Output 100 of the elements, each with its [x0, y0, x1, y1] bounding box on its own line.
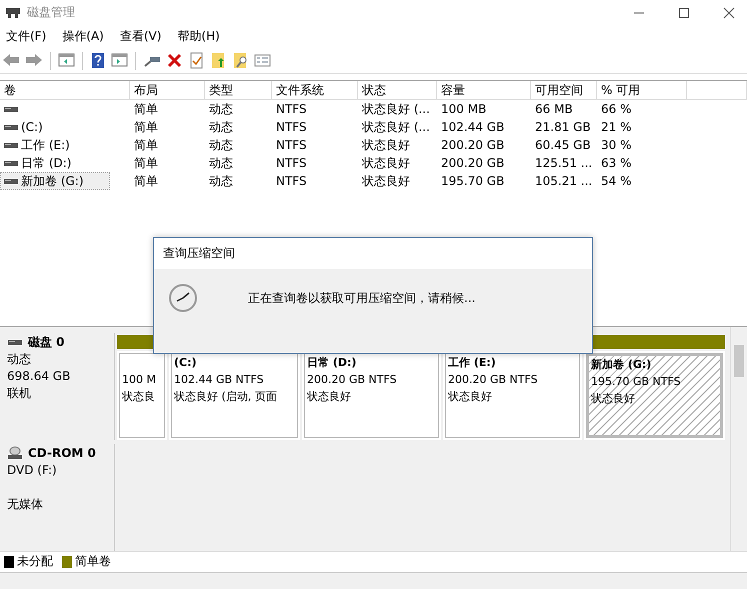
volume-cell[interactable]: 工作 (E:): [0, 136, 110, 154]
table-cell-text: 200.20 GB: [440, 156, 506, 170]
table-cell-text: 105.21 ...: [534, 174, 594, 188]
drive-icon: [3, 140, 19, 150]
disk-name: 磁盘 0: [28, 334, 65, 351]
table-cell-text: 状态良好: [361, 136, 411, 154]
table-cell-text: 66 MB: [534, 102, 574, 116]
partition-status: 状态良好: [307, 389, 352, 406]
window-title: 磁盘管理: [27, 4, 75, 22]
table-cell-text: 动态: [208, 118, 234, 136]
menu-item[interactable]: 文件(F): [6, 28, 46, 46]
partition-size: 200.20 GB NTFS: [307, 372, 398, 388]
table-cell-text: 简单: [133, 172, 159, 190]
disk-status: 联机: [7, 385, 32, 402]
column-header[interactable]: 状态: [358, 81, 437, 100]
menu-item[interactable]: 操作(A): [62, 28, 104, 46]
folder-magnifier-icon[interactable]: [232, 52, 249, 70]
table-cell-text: 21.81 GB: [534, 120, 592, 134]
table-cell-text: NTFS: [275, 102, 308, 116]
disk-status: 无媒体: [7, 496, 44, 514]
table-cell-text: 66 %: [600, 102, 632, 116]
help-icon[interactable]: [90, 52, 106, 70]
drive-icon: [3, 176, 19, 186]
partition-name: 工作 (E:): [448, 355, 497, 372]
partition-name: (C:): [174, 355, 198, 372]
table-cell-text: NTFS: [275, 138, 308, 152]
table-cell-text: 状态良好 (...: [361, 118, 431, 136]
column-header[interactable]: 可用空间: [531, 81, 597, 100]
drive-icon: [3, 104, 19, 114]
panel-icon[interactable]: [58, 52, 75, 70]
table-cell-text: 21 %: [600, 120, 632, 134]
table-cell-text: 动态: [208, 154, 234, 172]
app-icon: [5, 6, 21, 20]
partition-size: 200.20 GB NTFS: [448, 372, 539, 388]
partition-block[interactable]: (C:) 102.44 GB NTFS 状态良好 (启动, 页面: [171, 353, 298, 438]
close-icon[interactable]: [723, 6, 735, 19]
table-cell-text: 60.45 GB: [534, 138, 592, 152]
table-cell-text: 63 %: [600, 156, 632, 170]
table-cell-text: 简单: [133, 136, 159, 154]
table-cell-text: NTFS: [275, 174, 308, 188]
table-cell-text: 状态良好: [361, 154, 411, 172]
table-cell-text: 102.44 GB: [440, 120, 506, 134]
panel-icon[interactable]: [111, 52, 128, 70]
column-header[interactable]: 容量: [437, 81, 531, 100]
partition-size: 102.44 GB NTFS: [174, 372, 265, 388]
partition-status: 状态良: [122, 389, 156, 406]
volume-name[interactable]: (C:): [21, 120, 43, 134]
table-cell-text: 简单: [133, 154, 159, 172]
clock-icon: [168, 283, 198, 313]
table-cell-text: 简单: [133, 118, 159, 136]
column-header[interactable]: 布局: [130, 81, 205, 100]
table-cell-text: 54 %: [600, 174, 632, 188]
volume-cell[interactable]: 新加卷 (G:): [0, 172, 110, 190]
table-cell-text: 动态: [208, 136, 234, 154]
partition-block[interactable]: 新加卷 (G:) 195.70 GB NTFS 状态良好: [586, 353, 723, 438]
partition-block[interactable]: 日常 (D:) 200.20 GB NTFS 状态良好: [304, 353, 439, 438]
scrollbar-thumb[interactable]: [734, 345, 744, 378]
legend-label: 未分配: [17, 553, 53, 570]
partition-name: 日常 (D:): [307, 355, 358, 372]
drive-icon: [7, 337, 23, 348]
disk-size: 698.64 GB: [7, 368, 72, 386]
checklist-icon[interactable]: [254, 52, 271, 70]
drive-icon: [3, 158, 19, 168]
partition-name: 新加卷 (G:): [591, 357, 652, 374]
disk-type: 动态: [7, 351, 32, 368]
volume-name[interactable]: 新加卷 (G:): [21, 172, 84, 190]
partition-block[interactable]: 100 M 状态良: [119, 353, 165, 438]
scrollbar[interactable]: [730, 327, 747, 552]
volume-name[interactable]: 工作 (E:): [21, 136, 70, 154]
volume-cell[interactable]: (C:): [0, 118, 110, 136]
document-check-icon[interactable]: [188, 52, 205, 70]
volume-cell[interactable]: 日常 (D:): [0, 154, 110, 172]
menu-item[interactable]: 查看(V): [120, 28, 162, 46]
partition-status: 状态良好: [591, 391, 636, 408]
table-cell-text: NTFS: [275, 120, 308, 134]
partition-size: 100 M: [122, 372, 157, 388]
table-cell-text: 100 MB: [440, 102, 488, 116]
partition-status: 状态良好: [448, 389, 493, 406]
drive-icon: [3, 122, 19, 132]
menu-item[interactable]: 帮助(H): [177, 28, 220, 46]
maximize-icon[interactable]: [678, 6, 690, 19]
partition-block[interactable]: 工作 (E:) 200.20 GB NTFS 状态良好: [445, 353, 580, 438]
dialog-title: 查询压缩空间: [154, 238, 592, 269]
legend-label: 简单卷: [75, 553, 111, 570]
column-header[interactable]: 卷: [0, 81, 130, 100]
table-cell-text: 状态良好 (...: [361, 100, 431, 118]
partition-size: 195.70 GB NTFS: [591, 374, 682, 390]
table-cell-text: 动态: [208, 100, 234, 118]
table-cell-text: 125.51 ...: [534, 156, 594, 170]
column-header[interactable]: 类型: [205, 81, 272, 100]
table-cell-text: 200.20 GB: [440, 138, 506, 152]
dialog-message: 正在查询卷以获取可用压缩空间，请稍候...: [248, 290, 476, 306]
table-cell-text: NTFS: [275, 156, 308, 170]
column-header[interactable]: % 可用: [597, 81, 687, 100]
table-cell-text: 30 %: [600, 138, 632, 152]
table-cell-text: 简单: [133, 100, 159, 118]
disk-type: DVD (F:): [7, 462, 58, 480]
column-header[interactable]: 文件系统: [272, 81, 358, 100]
delete-icon[interactable]: [166, 52, 183, 70]
volume-name[interactable]: 日常 (D:): [21, 154, 72, 172]
